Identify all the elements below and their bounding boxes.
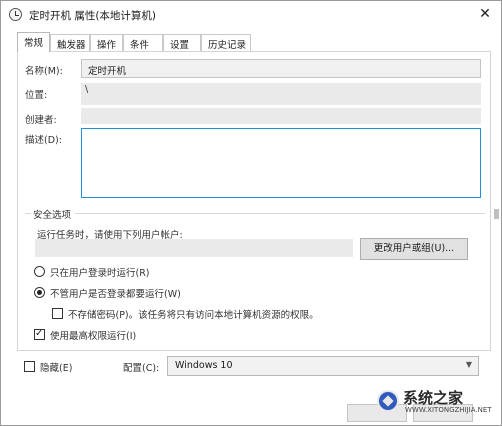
hidden-checkbox[interactable] [24,361,35,372]
task-properties-dialog: 定时开机 属性(本地计算机) ✕ 常规 触发器 操作 条件 设置 历史记录 名称… [0,0,502,426]
security-group-top-right [75,213,485,214]
window-title: 定时开机 属性(本地计算机) [29,10,157,22]
change-user-button[interactable]: 更改用户或组(U)... [360,238,468,260]
tab-conditions[interactable]: 条件 [123,34,163,51]
watermark-url: WWW.XITONGZHIJIA.NET [405,406,492,414]
user-account-field [35,239,353,257]
checkmark-icon: ✓ [35,328,44,339]
watermark-brand: 系统之家 [403,389,464,407]
location-field: \ [81,83,481,105]
tab-history[interactable]: 历史记录 [201,34,251,51]
description-label: 描述(D): [25,135,62,146]
ok-button[interactable] [347,404,407,422]
location-label: 位置: [25,90,48,101]
author-label: 创建者: [25,115,57,126]
location-value: \ [85,84,89,95]
close-button[interactable]: ✕ [475,4,495,24]
configure-select-value: Windows 10 [175,360,233,371]
radio-logged-on-only[interactable] [34,266,45,277]
configure-select[interactable]: Windows 10 ▼ [167,356,479,376]
radio-logged-on-only-label: 只在用户登录时运行(R) [50,268,150,279]
radio-whether-logged-on[interactable] [34,287,45,298]
highest-privileges-label: 使用最高权限运行(I) [50,331,137,342]
configure-label: 配置(C): [123,363,160,374]
name-label: 名称(M): [25,66,63,77]
author-field [81,108,481,124]
no-store-password-label: 不存储密码(P)。该任务将只有访问本地计算机资源的权限。 [68,310,319,321]
tab-settings[interactable]: 设置 [163,34,201,51]
tab-actions[interactable]: 操作 [90,34,123,51]
tab-triggers[interactable]: 触发器 [50,34,90,51]
no-store-password-checkbox[interactable] [52,308,63,319]
description-textarea[interactable] [81,128,481,198]
resize-edge-mark [494,209,499,219]
clock-icon [9,8,22,21]
tab-general[interactable]: 常规 [17,32,50,52]
watermark-logo-icon [377,390,399,412]
title-bar: 定时开机 属性(本地计算机) ✕ [1,1,501,29]
radio-whether-logged-on-label: 不管用户是否登录都要运行(W) [50,289,181,300]
security-group-top-left [25,213,31,214]
hidden-label: 隐藏(E) [40,363,73,374]
security-group-label: 安全选项 [33,210,72,221]
chevron-down-icon: ▼ [465,360,472,369]
highest-privileges-checkbox[interactable]: ✓ [34,328,45,340]
name-field[interactable]: 定时开机 [81,59,481,78]
